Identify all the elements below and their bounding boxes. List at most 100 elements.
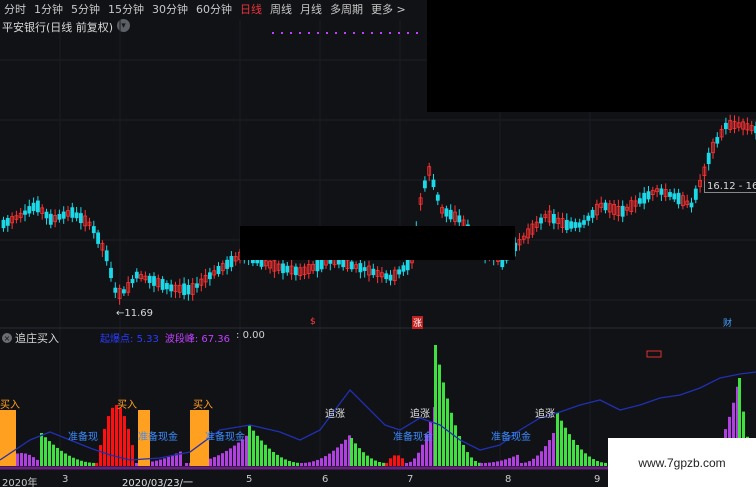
indicator-bar [512, 456, 515, 466]
indicator-bar [135, 463, 138, 466]
indicator-bar [462, 444, 465, 466]
candle [724, 122, 728, 130]
indicator-value-label: 起爆点: 5.33 [100, 334, 159, 345]
candle [371, 268, 376, 276]
indicator-bar [466, 452, 469, 466]
candle [422, 180, 427, 189]
indicator-bar [103, 428, 106, 466]
indicator-bar [488, 462, 491, 466]
candle [61, 211, 66, 219]
event-mark[interactable]: 涨 [412, 316, 424, 329]
indicator-bar [320, 458, 323, 466]
indicator-bar [64, 453, 67, 466]
indicator-bar [401, 458, 404, 466]
indicator-bar [350, 438, 353, 466]
indicator-bar [358, 448, 361, 466]
candle [216, 265, 221, 275]
indicator-bar [28, 454, 31, 466]
chase-signal: 追涨 [410, 409, 430, 420]
indicator-bar [366, 455, 369, 466]
candle [109, 267, 113, 279]
indicator-bar [131, 445, 134, 466]
candle [668, 192, 672, 197]
indicator-bar [241, 439, 244, 466]
indicator-bar [308, 462, 311, 466]
candle [91, 226, 96, 234]
candle [431, 179, 436, 188]
indicator-bar [480, 463, 483, 466]
candle [676, 192, 681, 205]
indicator-bar [354, 443, 357, 466]
indicator-bar [336, 447, 339, 466]
indicator-bar [296, 462, 299, 466]
indicator-bar [385, 463, 388, 466]
indicator-bar [20, 453, 23, 466]
indicator-bar [544, 446, 547, 466]
candle [397, 269, 402, 275]
indicator-bar [446, 398, 449, 466]
indicator-bar [111, 407, 114, 466]
candle [539, 217, 543, 224]
marker-dot [380, 32, 382, 34]
indicator-bar [84, 461, 87, 466]
indicator-bar [95, 463, 98, 466]
indicator-bar [474, 460, 477, 466]
event-mark[interactable]: $ [310, 317, 316, 327]
event-mark[interactable]: 财 [723, 316, 732, 329]
candle [341, 259, 346, 268]
indicator-bar [370, 458, 373, 466]
indicator-bar [409, 461, 412, 466]
candle [48, 213, 53, 225]
candle [23, 210, 27, 215]
indicator-bar [397, 455, 400, 466]
indicator-bar [99, 445, 102, 466]
indicator-bar [185, 463, 188, 466]
indicator-bar [532, 458, 535, 466]
marker-dot [272, 32, 274, 34]
indicator-bar [596, 461, 599, 466]
candle [1, 219, 6, 229]
indicator-bar [245, 435, 248, 466]
indicator-bar [288, 460, 291, 466]
candle [358, 263, 363, 273]
candle [564, 219, 569, 231]
candle [706, 152, 711, 165]
candle [79, 213, 83, 224]
candle [362, 267, 367, 271]
indicator-bar [268, 448, 271, 466]
indicator-bar [155, 460, 158, 466]
marker-dot [398, 32, 400, 34]
indicator-bar [16, 453, 19, 466]
indicator-bar [382, 462, 385, 466]
candle [435, 194, 440, 201]
indicator-bar [438, 364, 441, 466]
candle [285, 265, 290, 273]
close-icon[interactable]: × [2, 333, 12, 343]
indicator-bar [604, 462, 607, 466]
indicator-bar [213, 457, 216, 466]
candle [152, 276, 156, 286]
candle [134, 271, 139, 279]
masked-area [240, 226, 515, 260]
indicator-bar [520, 463, 523, 466]
x-axis-label: 8 [505, 474, 512, 485]
indicator-bar [536, 455, 539, 466]
indicator-bar [576, 445, 579, 466]
candle [5, 217, 10, 226]
candle [130, 278, 135, 284]
candle [552, 213, 556, 224]
indicator-bar [252, 430, 255, 466]
indicator-bar [417, 452, 420, 466]
marker-dot [362, 32, 364, 34]
candle [96, 232, 100, 244]
indicator-bar [442, 382, 445, 466]
buy-column [0, 410, 16, 466]
indicator-bar [24, 453, 27, 466]
indicator-bar [540, 451, 543, 466]
marker-dot [281, 32, 283, 34]
indicator-bar [237, 442, 240, 466]
indicator-bar [434, 345, 437, 466]
buy-signal: 买入 [117, 400, 137, 411]
indicator-bar [225, 450, 228, 466]
indicator-bar [159, 459, 162, 466]
